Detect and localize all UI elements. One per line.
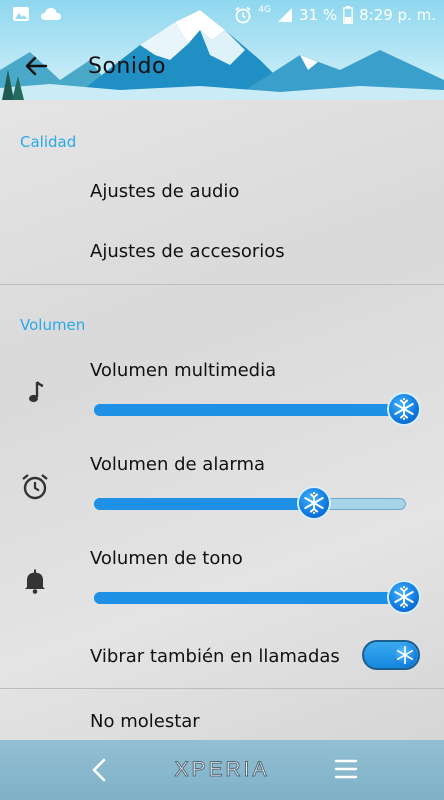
accessory-settings-item[interactable]: Ajustes de accesorios xyxy=(90,241,285,262)
alarm-status-icon xyxy=(235,6,251,24)
arrow-left-icon xyxy=(25,56,48,76)
slider-thumb[interactable] xyxy=(389,394,419,424)
battery-icon xyxy=(343,6,354,24)
snowflake-icon xyxy=(394,398,414,420)
navigation-bar: XPERIA xyxy=(0,740,444,800)
audio-settings-item[interactable]: Ajustes de audio xyxy=(90,181,239,202)
slider-fill xyxy=(94,498,314,510)
snowflake-icon xyxy=(394,586,414,608)
bell-icon xyxy=(20,566,50,596)
slider-fill xyxy=(94,404,404,416)
music-note-icon xyxy=(20,378,50,408)
image-notification-icon xyxy=(13,7,29,21)
ringtone-volume-slider[interactable] xyxy=(94,582,419,612)
media-volume-label: Volumen multimedia xyxy=(90,360,277,381)
status-bar: 4G 31 % 8:29 p. m. xyxy=(0,0,444,32)
toggle-knob xyxy=(393,643,417,667)
alarm-volume-label: Volumen de alarma xyxy=(90,454,266,475)
network-type: 4G xyxy=(258,5,271,15)
xperia-home-button[interactable]: XPERIA xyxy=(0,758,444,782)
section-divider xyxy=(0,284,444,285)
page-title: Sonido xyxy=(88,54,166,79)
slider-thumb[interactable] xyxy=(389,582,419,612)
vibrate-on-calls-label: Vibrar también en llamadas xyxy=(90,646,340,667)
media-volume-slider[interactable] xyxy=(94,394,419,424)
nav-menu-button[interactable] xyxy=(334,758,358,780)
vibrate-on-calls-toggle[interactable] xyxy=(362,640,420,670)
header-banner: 4G 31 % 8:29 p. m. Sonido xyxy=(0,0,444,100)
slider-thumb[interactable] xyxy=(299,488,329,518)
snowflake-icon xyxy=(396,645,414,665)
snowflake-icon xyxy=(304,492,324,514)
section-divider xyxy=(0,688,444,689)
do-not-disturb-item[interactable]: No molestar xyxy=(90,711,200,732)
section-title-volume: Volumen xyxy=(20,316,86,334)
cloud-icon xyxy=(41,8,61,20)
alarm-volume-slider[interactable] xyxy=(94,488,406,518)
battery-percent: 31 % xyxy=(299,6,338,24)
section-title-quality: Calidad xyxy=(20,133,77,151)
menu-icon xyxy=(334,759,358,779)
signal-icon xyxy=(278,8,292,22)
alarm-clock-icon xyxy=(20,472,50,502)
ringtone-volume-label: Volumen de tono xyxy=(90,548,243,569)
clock: 8:29 p. m. xyxy=(359,6,436,24)
back-button[interactable] xyxy=(20,50,52,82)
slider-fill xyxy=(94,592,404,604)
